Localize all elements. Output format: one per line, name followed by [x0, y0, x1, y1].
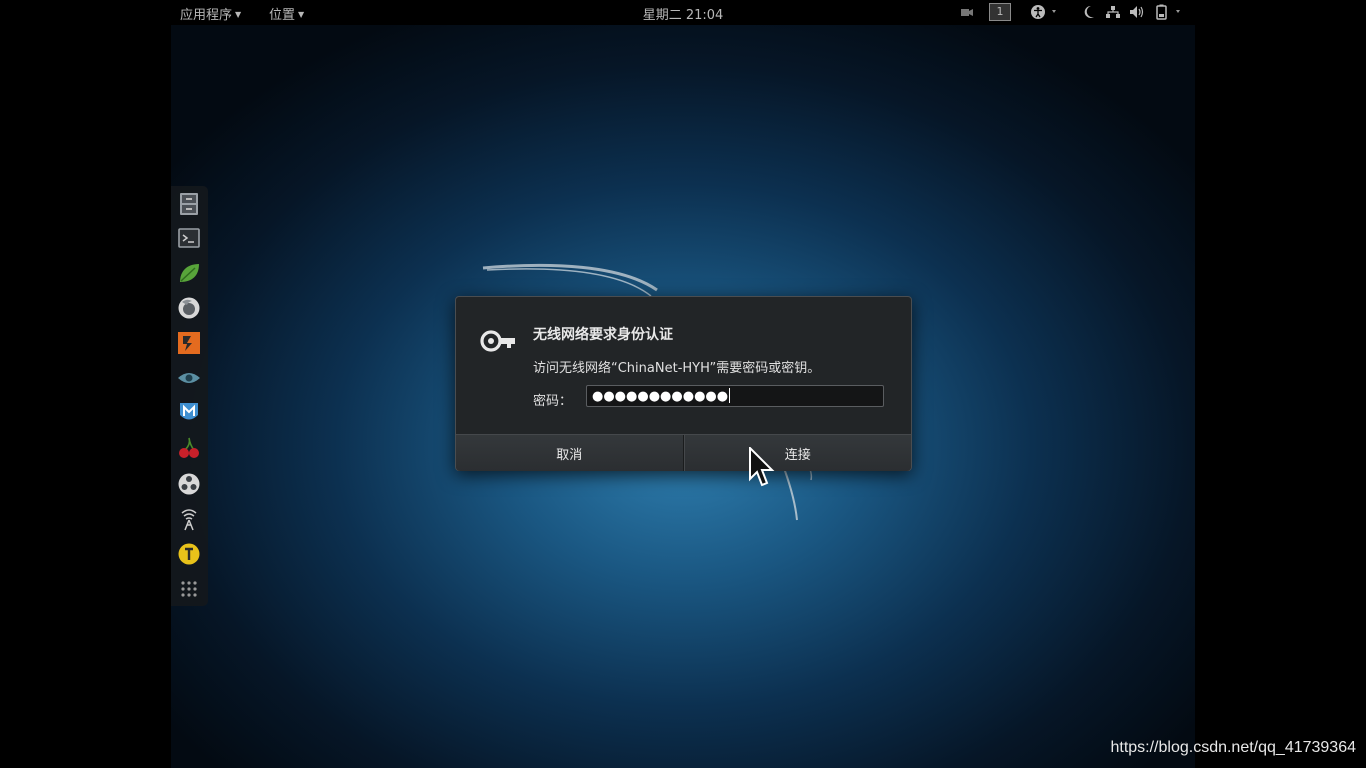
- dialog-message: 访问无线网络“ChinaNet-HYH”需要密码或密钥。: [533, 361, 821, 376]
- watermark-url: https://blog.csdn.net/qq_41739364: [1110, 739, 1356, 756]
- workspace-number: 1: [989, 3, 1011, 21]
- desktop: 应用程序 ▼ 位置 ▼ 星期二 21:04 1 无线网络要求身份认证 访问无线网…: [171, 0, 1195, 768]
- dialog-button-row: 取消 连接: [456, 434, 911, 471]
- night-light-icon[interactable]: [1081, 3, 1097, 21]
- eye-icon[interactable]: [177, 366, 201, 390]
- battery-menu[interactable]: [1153, 3, 1185, 21]
- password-field[interactable]: ●●●●●●●●●●●●: [586, 385, 884, 407]
- yellow-tool-icon[interactable]: [177, 542, 201, 566]
- key-icon: [480, 330, 515, 352]
- connect-button[interactable]: 连接: [683, 435, 911, 471]
- password-value: ●●●●●●●●●●●●: [592, 389, 729, 404]
- battery-icon: [1156, 4, 1180, 20]
- connect-button-label: 连接: [784, 447, 811, 463]
- file-manager-icon[interactable]: [177, 192, 201, 216]
- screen-recorder-icon[interactable]: [958, 3, 976, 21]
- cancel-button[interactable]: 取消: [456, 435, 684, 471]
- faraday-icon[interactable]: [177, 472, 201, 496]
- leafpad-icon[interactable]: [177, 261, 201, 285]
- cancel-button-label: 取消: [556, 447, 583, 463]
- accessibility-icon: [1031, 5, 1056, 19]
- show-apps-icon[interactable]: [177, 577, 201, 601]
- wifi-tool-icon[interactable]: [177, 507, 201, 531]
- terminal-icon[interactable]: [177, 226, 201, 250]
- metasploit-icon[interactable]: [177, 400, 201, 424]
- dialog-title: 无线网络要求身份认证: [533, 327, 673, 343]
- mouse-pointer-icon: [749, 447, 775, 487]
- text-caret: [729, 388, 731, 403]
- workspace-indicator[interactable]: 1: [988, 3, 1012, 21]
- wifi-auth-dialog: 无线网络要求身份认证 访问无线网络“ChinaNet-HYH”需要密码或密钥。 …: [455, 296, 912, 471]
- burpsuite-icon[interactable]: [177, 331, 201, 355]
- network-icon[interactable]: [1104, 3, 1122, 21]
- top-bar: 应用程序 ▼ 位置 ▼ 星期二 21:04 1: [171, 0, 1195, 25]
- volume-icon[interactable]: [1128, 3, 1146, 21]
- accessibility-menu[interactable]: [1029, 3, 1061, 21]
- cherry-icon[interactable]: [177, 436, 201, 460]
- firefox-icon[interactable]: [177, 296, 201, 320]
- dash-dock: [171, 186, 208, 606]
- password-label: 密码：: [533, 394, 573, 409]
